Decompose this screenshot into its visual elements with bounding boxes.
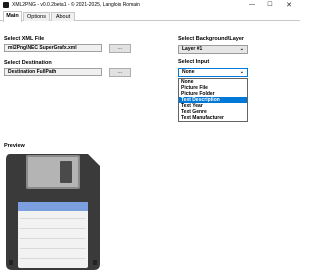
chevron-down-icon: ⌄ bbox=[239, 46, 244, 52]
xml-browse-button[interactable]: ... bbox=[109, 44, 131, 53]
window-title: XML2PNG - v0.0.2beta1 - © 2021-2025, Lan… bbox=[12, 2, 140, 8]
background-layer-label: Select Background\Layer bbox=[178, 36, 245, 42]
dropdown-option-text-manufacturer[interactable]: Text Manufacturer bbox=[179, 115, 247, 121]
destination-label: Select Destination bbox=[4, 60, 52, 66]
floppy-disk-icon bbox=[6, 154, 100, 270]
close-button[interactable]: ✕ bbox=[281, 0, 297, 11]
xml-file-label: Select XML File bbox=[4, 36, 45, 42]
preview-label: Preview bbox=[4, 143, 25, 149]
input-select-value: None bbox=[182, 69, 195, 75]
destination-field[interactable]: Destination FullPath bbox=[4, 68, 102, 76]
maximize-button[interactable]: ☐ bbox=[262, 0, 278, 11]
tab-about[interactable]: About bbox=[51, 12, 75, 21]
input-dropdown-list: None Picture File Picture Folder Text De… bbox=[178, 78, 248, 122]
layer-select[interactable]: Layer #1 ⌄ bbox=[178, 45, 248, 54]
title-bar: XML2PNG - v0.0.2beta1 - © 2021-2025, Lan… bbox=[0, 0, 300, 11]
input-label: Select Input bbox=[178, 59, 210, 65]
tab-options[interactable]: Options bbox=[23, 12, 50, 21]
destination-browse-button[interactable]: ... bbox=[109, 68, 131, 77]
tab-main[interactable]: Main bbox=[3, 11, 22, 22]
tab-strip: Main Options About bbox=[0, 11, 300, 22]
input-select[interactable]: None ⌄ bbox=[178, 68, 248, 77]
app-icon bbox=[3, 2, 9, 8]
xml-file-field[interactable]: ml2Png\NEC SuperGrafx.xml bbox=[4, 44, 102, 52]
main-panel: Select XML File ml2Png\NEC SuperGrafx.xm… bbox=[0, 21, 300, 274]
layer-select-value: Layer #1 bbox=[182, 46, 203, 52]
chevron-down-icon: ⌄ bbox=[239, 69, 244, 75]
minimize-button[interactable]: — bbox=[244, 0, 260, 11]
preview-image bbox=[4, 152, 102, 272]
